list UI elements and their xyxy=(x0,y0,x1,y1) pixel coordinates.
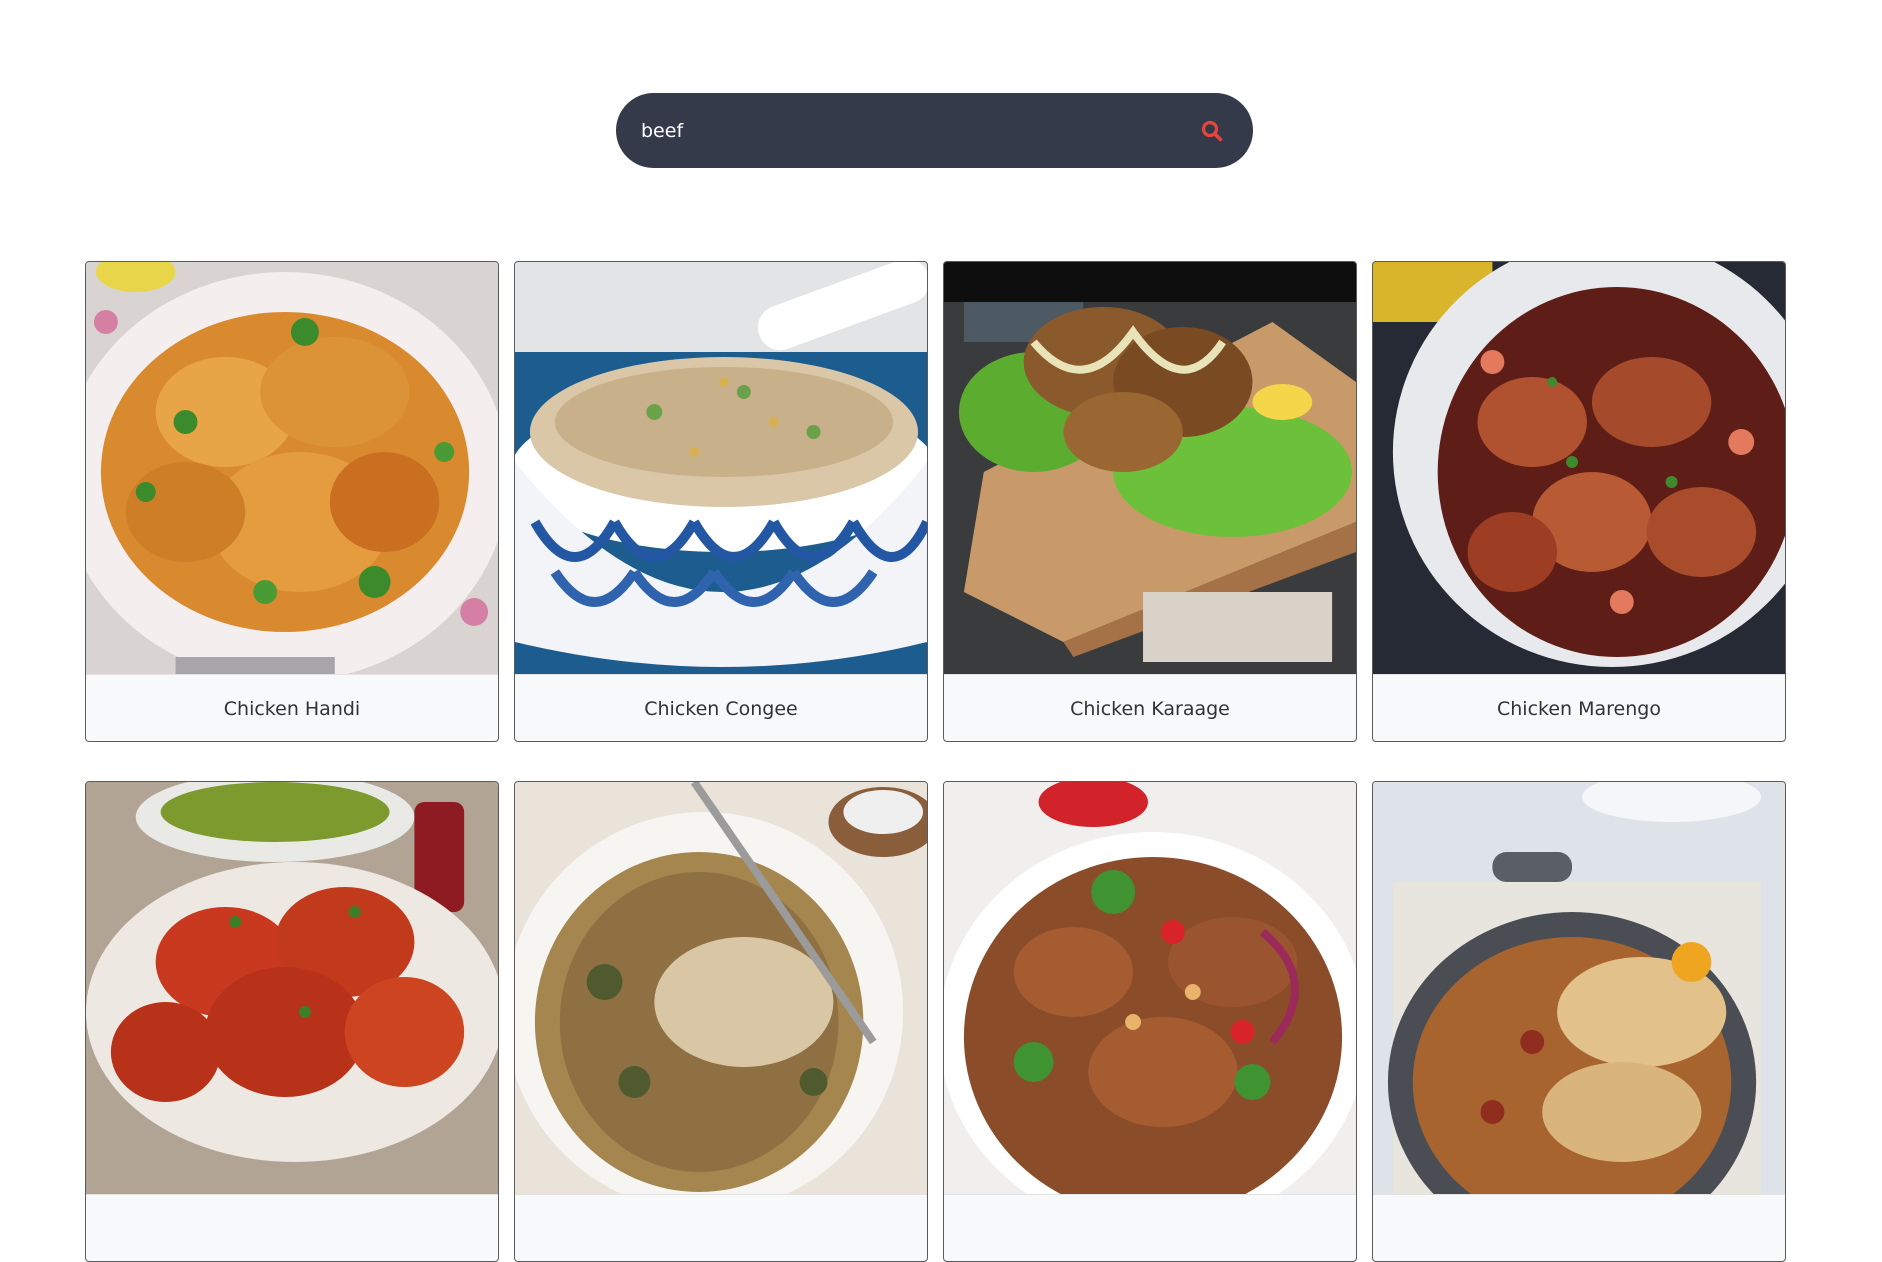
meal-card[interactable]: Chicken Marengo xyxy=(1372,261,1786,742)
meal-title xyxy=(944,1194,1356,1261)
meal-image xyxy=(515,262,927,674)
meal-image xyxy=(1373,262,1785,674)
meal-card[interactable]: Chicken Handi xyxy=(85,261,499,742)
meal-title: Chicken Marengo xyxy=(1373,674,1785,741)
meal-image xyxy=(86,782,498,1194)
search-button[interactable] xyxy=(1174,93,1249,168)
meal-image xyxy=(1373,782,1785,1194)
meal-image xyxy=(86,262,498,674)
meal-grid: Chicken Handi Chicken Congee Chicken Kar… xyxy=(85,261,1786,1262)
search-icon xyxy=(1201,120,1222,141)
meal-title xyxy=(1373,1194,1785,1261)
meal-card[interactable] xyxy=(85,781,499,1262)
search-input[interactable] xyxy=(616,93,1174,168)
meal-title: Chicken Handi xyxy=(86,674,498,741)
meal-card[interactable]: Chicken Karaage xyxy=(943,261,1357,742)
meal-card[interactable] xyxy=(1372,781,1786,1262)
meal-card[interactable] xyxy=(514,781,928,1262)
meal-card[interactable] xyxy=(943,781,1357,1262)
meal-card[interactable]: Chicken Congee xyxy=(514,261,928,742)
meal-title xyxy=(86,1194,498,1261)
meal-title: Chicken Congee xyxy=(515,674,927,741)
meal-image xyxy=(944,262,1356,674)
meal-image xyxy=(515,782,927,1194)
meal-title xyxy=(515,1194,927,1261)
meal-image xyxy=(944,782,1356,1194)
search-bar xyxy=(616,93,1253,168)
meal-title: Chicken Karaage xyxy=(944,674,1356,741)
